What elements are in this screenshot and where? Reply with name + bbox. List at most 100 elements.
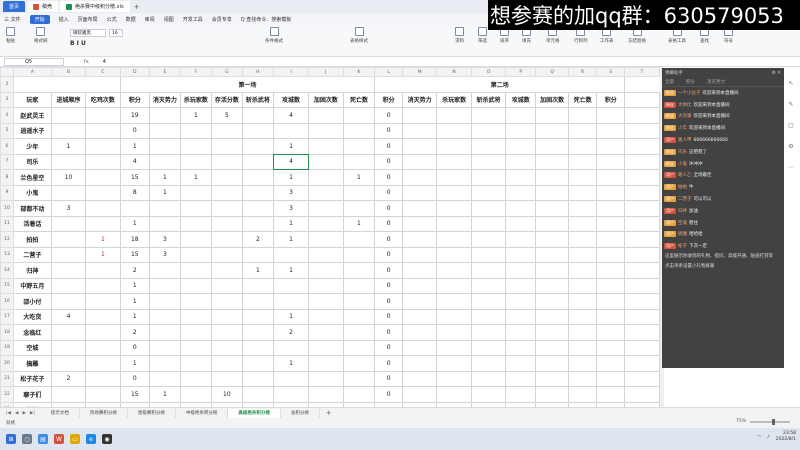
settings-icon[interactable]: ⚙ [788,143,793,150]
cell[interactable] [401,339,438,356]
cell[interactable]: 1 [119,293,150,310]
cell[interactable]: 1 [119,355,150,372]
chat-username[interactable]: 空城 [678,220,687,226]
sheet-grid[interactable]: A B C D E F G H I J K L M N O P Q R S T 2 第一场 第二场 3 玩家 进城顺序 吃鸡次数 积分… [0,67,660,407]
cell[interactable] [535,355,570,372]
cell[interactable] [535,184,570,201]
paste-button[interactable]: 粘贴 [6,27,15,44]
column-title[interactable]: 积分 [374,91,403,108]
cell[interactable] [401,277,438,294]
cell[interactable] [85,184,121,201]
cell[interactable] [308,386,344,403]
cell[interactable] [401,107,438,124]
cell[interactable] [148,122,181,139]
player-name-cell[interactable]: 大吃货 [12,308,52,325]
cell[interactable] [568,324,598,341]
chat-settings-icon[interactable]: ⚙ ✕ [772,71,781,76]
cell[interactable]: 19 [119,107,150,124]
cell[interactable]: 1 [119,308,150,325]
cell[interactable] [596,184,626,201]
chat-username[interactable]: 归神 [678,208,687,214]
cell[interactable] [342,355,376,372]
cell[interactable] [568,370,598,387]
cell[interactable] [436,231,472,248]
cell[interactable] [568,246,598,263]
search-icon[interactable]: ○ [22,434,32,444]
cell[interactable] [535,308,570,325]
cell[interactable] [272,386,310,403]
name-box[interactable]: Q5 [4,57,64,66]
column-header[interactable]: F [179,67,212,77]
cell[interactable]: 2 [119,262,150,279]
cell[interactable] [535,231,570,248]
menu-review[interactable]: 审阅 [145,16,155,23]
cell[interactable] [470,339,507,356]
cell[interactable] [241,386,274,403]
chat-username[interactable]: 少年 [678,125,687,131]
player-name-cell[interactable]: 部都不动 [12,200,52,217]
cell[interactable] [85,169,121,186]
cell[interactable] [272,339,310,356]
cell[interactable] [624,370,660,387]
cell[interactable]: 0 [374,370,403,387]
round-2-title[interactable]: 第二场 [374,76,626,93]
new-tab-icon[interactable]: + [134,3,140,11]
cell[interactable]: 0 [374,122,403,139]
cell[interactable] [401,153,438,170]
chat-tab-score[interactable]: 积分 [686,79,695,85]
chat-username[interactable]: 搞雕 [678,231,687,237]
cell[interactable] [596,293,626,310]
player-name-cell[interactable]: 小鬼 [12,184,52,201]
column-title[interactable]: 积分 [596,91,626,108]
cell[interactable] [596,169,626,186]
cell[interactable] [210,355,243,372]
cell[interactable] [179,246,212,263]
cell[interactable] [85,200,121,217]
cell[interactable] [210,122,243,139]
column-header[interactable]: N [436,67,472,77]
format-painter-button[interactable]: 格式刷 [34,27,48,44]
menu-view[interactable]: 视图 [164,16,174,23]
row-header[interactable]: 6 [0,138,14,155]
cell[interactable] [308,122,344,139]
cell[interactable] [596,308,626,325]
cell[interactable]: 1 [148,386,181,403]
cell[interactable] [624,200,660,217]
cell[interactable] [241,246,274,263]
cell[interactable]: 3 [272,200,310,217]
cell[interactable]: 1 [272,262,310,279]
cell[interactable] [624,138,660,155]
cell[interactable] [241,308,274,325]
row-header[interactable]: 13 [0,246,14,263]
cell[interactable] [470,355,507,372]
cell[interactable]: 3 [148,231,181,248]
cell[interactable] [342,370,376,387]
cell[interactable] [535,107,570,124]
cell[interactable] [436,370,472,387]
cell[interactable]: 15 [119,246,150,263]
column-title[interactable]: 死亡数 [568,91,598,108]
cell[interactable] [505,246,537,263]
cell[interactable] [401,215,438,232]
cell[interactable] [85,138,121,155]
cell[interactable] [535,293,570,310]
cell[interactable]: 1 [148,184,181,201]
cell[interactable] [401,138,438,155]
player-name-cell[interactable]: 拍拍 [12,231,52,248]
cell[interactable] [436,277,472,294]
cell[interactable]: 1 [342,215,376,232]
cell[interactable] [210,138,243,155]
cell[interactable] [401,324,438,341]
cell[interactable] [596,277,626,294]
sheet-tab-1[interactable]: 热场赛积分榜 [80,408,128,418]
cell[interactable]: 1 [272,169,310,186]
cell[interactable] [148,262,181,279]
cell[interactable]: 1 [272,308,310,325]
player-name-cell[interactable]: 少年 [12,138,52,155]
player-name-cell[interactable]: 活着话 [12,215,52,232]
cell[interactable]: 18 [119,231,150,248]
cell[interactable]: 0 [374,184,403,201]
cell[interactable]: 1 [272,231,310,248]
cell[interactable] [436,246,472,263]
cell[interactable] [505,277,537,294]
